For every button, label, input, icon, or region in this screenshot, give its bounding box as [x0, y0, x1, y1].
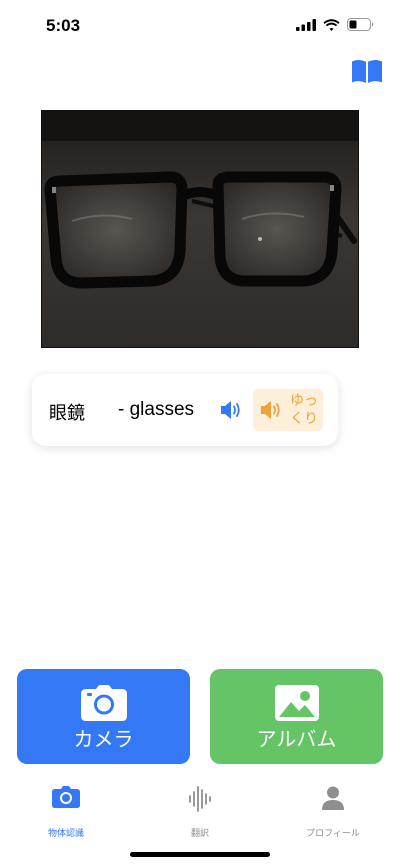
- tab-label: プロフィール: [306, 829, 360, 839]
- wifi-icon: [323, 18, 340, 31]
- album-button[interactable]: アルバム: [210, 669, 383, 764]
- tab-label: 物体認識: [47, 829, 84, 839]
- book-button[interactable]: [351, 58, 383, 86]
- battery-icon: [347, 18, 374, 31]
- slow-label-line2: くり: [290, 411, 318, 427]
- captured-photo: [41, 110, 359, 348]
- slow-speak-button[interactable]: ゆっ くり: [253, 389, 323, 431]
- tab-translate[interactable]: 翻訳: [150, 786, 250, 839]
- signal-icon: [296, 18, 316, 31]
- status-bar: 5:03: [0, 0, 400, 50]
- tab-profile[interactable]: プロフィール: [283, 786, 383, 839]
- japanese-word: 眼鏡: [49, 403, 85, 424]
- book-icon: [352, 59, 382, 83]
- waveform-icon: [189, 786, 211, 812]
- speak-button[interactable]: [219, 399, 243, 423]
- camera-label: カメラ: [73, 727, 134, 751]
- camera-icon: [52, 786, 80, 808]
- speaker-slow-icon: [261, 401, 280, 419]
- person-icon: [322, 786, 344, 810]
- slow-label: ゆっ くり: [289, 392, 319, 428]
- album-label: アルバム: [256, 727, 337, 751]
- status-time: 5:03: [46, 16, 81, 35]
- camera-button[interactable]: カメラ: [17, 669, 190, 764]
- status-icons: [296, 18, 374, 31]
- photo-icon: [274, 685, 319, 721]
- tab-object-recognition[interactable]: 物体認識: [16, 786, 116, 839]
- slow-label-line1: ゆっ: [290, 393, 318, 409]
- home-indicator: [130, 852, 270, 857]
- tab-label: 翻訳: [190, 829, 209, 839]
- english-word: - glasses: [118, 399, 195, 420]
- result-card: 眼鏡 - glasses ゆっ くり: [32, 374, 338, 446]
- speaker-icon: [221, 401, 240, 419]
- glasses-image: [42, 111, 358, 347]
- camera-icon: [80, 685, 127, 721]
